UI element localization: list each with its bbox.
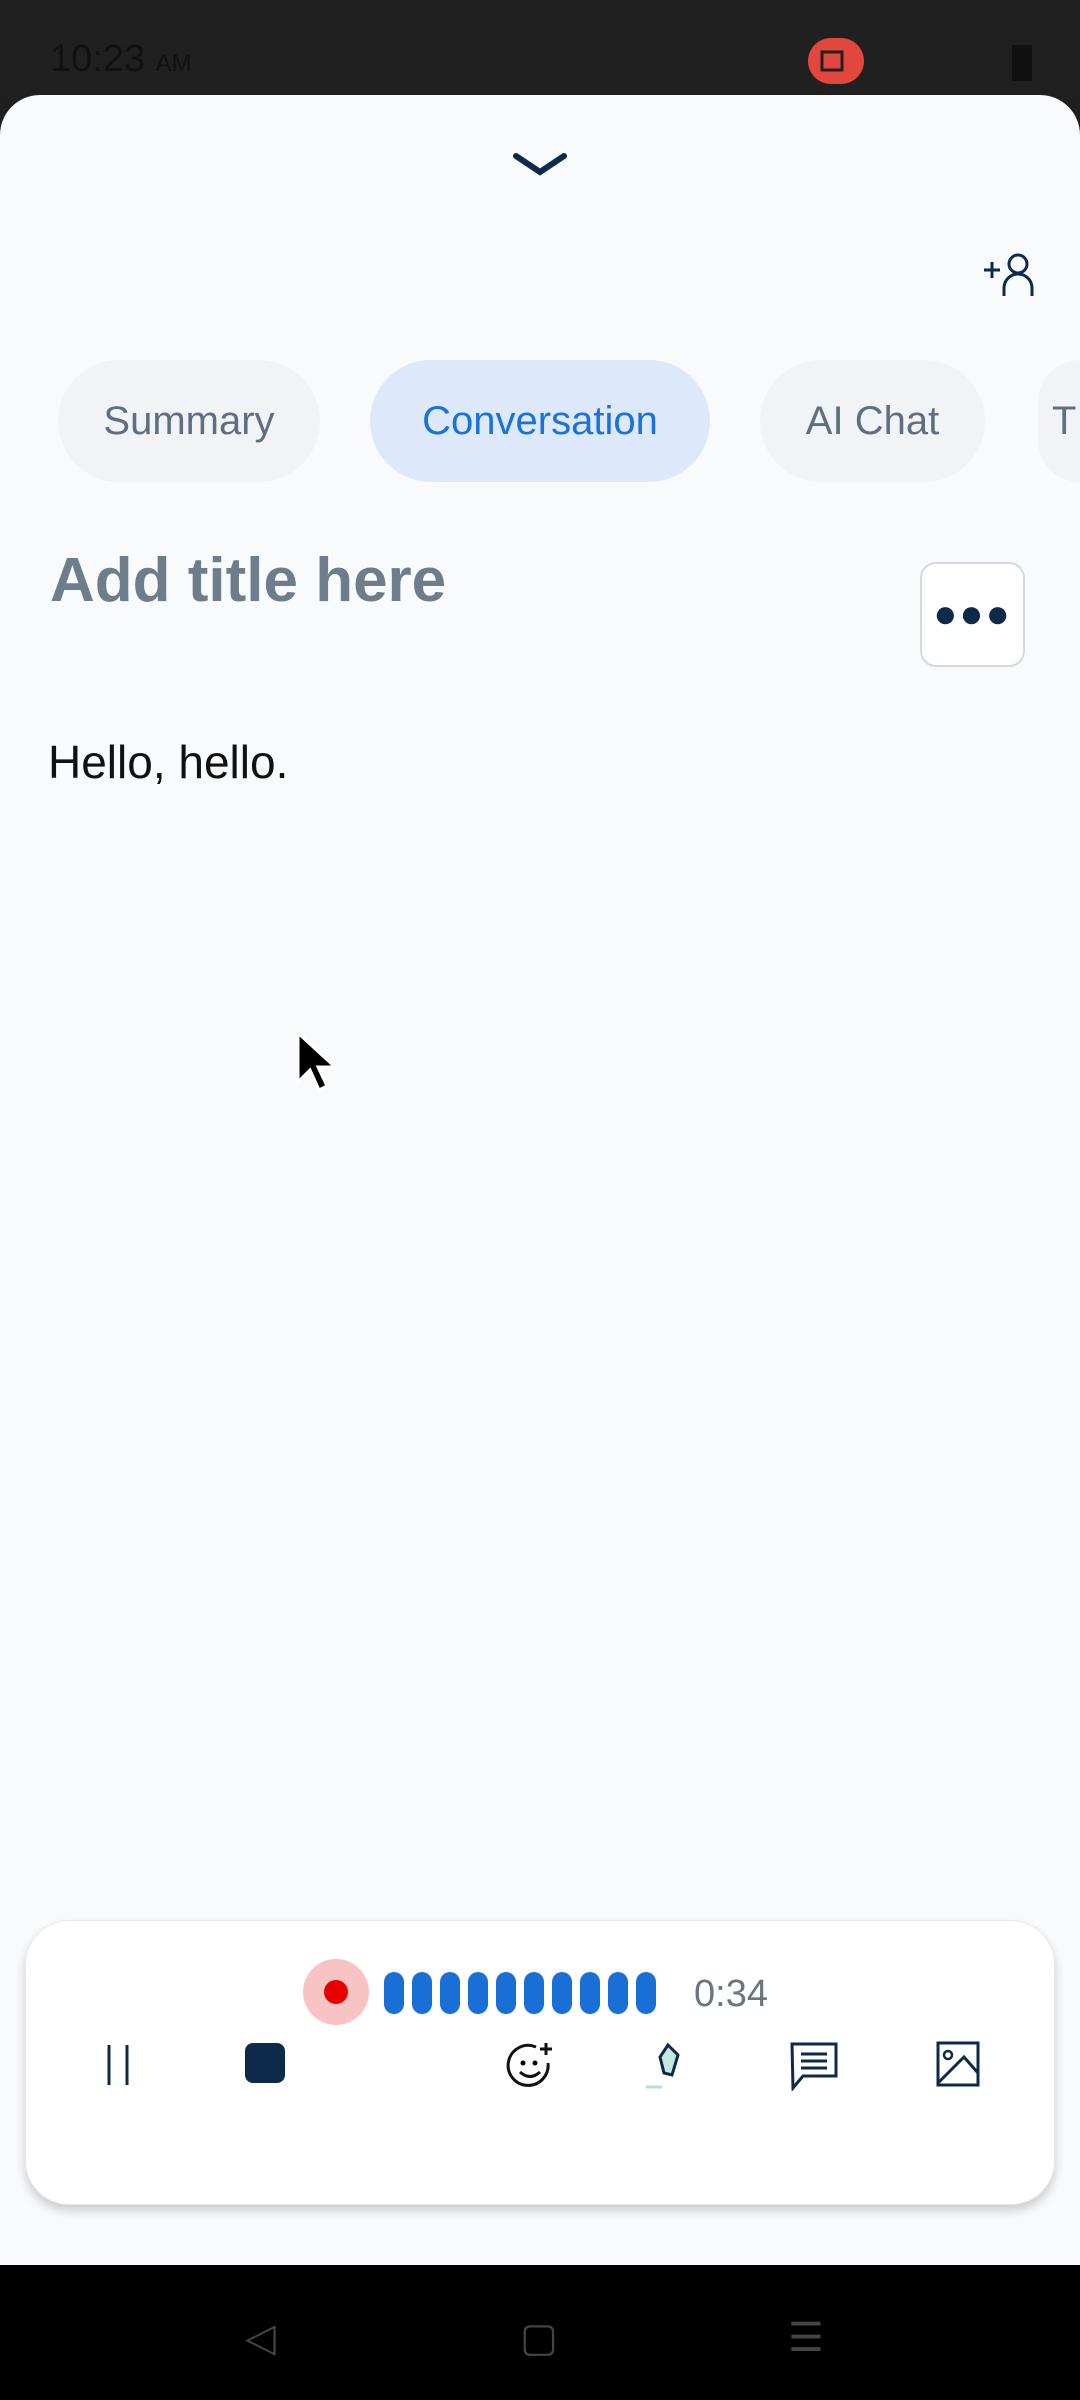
home-icon[interactable]: ▢ — [520, 2315, 558, 2361]
collapse-chevron-icon[interactable] — [512, 150, 568, 180]
level-bar — [608, 1972, 628, 2014]
tab-summary[interactable]: Summary — [58, 360, 320, 482]
status-time: 10:23 AM — [50, 38, 192, 81]
time-text: 10:23 — [50, 38, 146, 80]
add-reaction-icon[interactable] — [506, 2041, 554, 2089]
note-title-input[interactable]: Add title here — [50, 545, 446, 616]
highlight-icon[interactable] — [646, 2041, 686, 2089]
ampm: AM — [155, 50, 192, 77]
recording-indicator-icon — [303, 1959, 369, 2025]
level-bar — [496, 1972, 516, 2014]
level-bar — [468, 1972, 488, 2014]
system-nav-bar: ◁ ▢ ☰ — [0, 2265, 1080, 2400]
level-bar — [440, 1972, 460, 2014]
back-icon[interactable]: ◁ — [245, 2315, 276, 2361]
more-icon: ●●● — [933, 592, 1012, 636]
screen-record-icon — [808, 38, 864, 84]
level-bar — [412, 1972, 432, 2014]
level-bar — [636, 1972, 656, 2014]
tab-ai-chat[interactable]: AI Chat — [760, 360, 985, 482]
level-bar — [552, 1972, 572, 2014]
comment-icon[interactable] — [789, 2041, 839, 2091]
level-bar — [580, 1972, 600, 2014]
pause-icon[interactable] — [103, 2041, 133, 2089]
stop-icon[interactable] — [244, 2041, 286, 2085]
transcript-text: Hello, hello. — [48, 736, 289, 788]
tab-conversation[interactable]: Conversation — [370, 360, 710, 482]
recorder-panel: 0:34 — [25, 1920, 1055, 2205]
image-icon[interactable] — [936, 2041, 980, 2089]
audio-level-meter — [384, 1972, 656, 2014]
add-person-icon[interactable] — [980, 250, 1036, 300]
mouse-pointer-icon — [296, 1030, 339, 1093]
more-options-button[interactable]: ●●● — [920, 562, 1025, 667]
level-bar — [384, 1972, 404, 2014]
elapsed-time: 0:34 — [694, 1973, 768, 2015]
level-bar — [524, 1972, 544, 2014]
recents-icon[interactable]: ☰ — [788, 2315, 824, 2361]
status-bar: 10:23 AM — [0, 0, 1080, 95]
battery-icon — [1012, 45, 1032, 81]
